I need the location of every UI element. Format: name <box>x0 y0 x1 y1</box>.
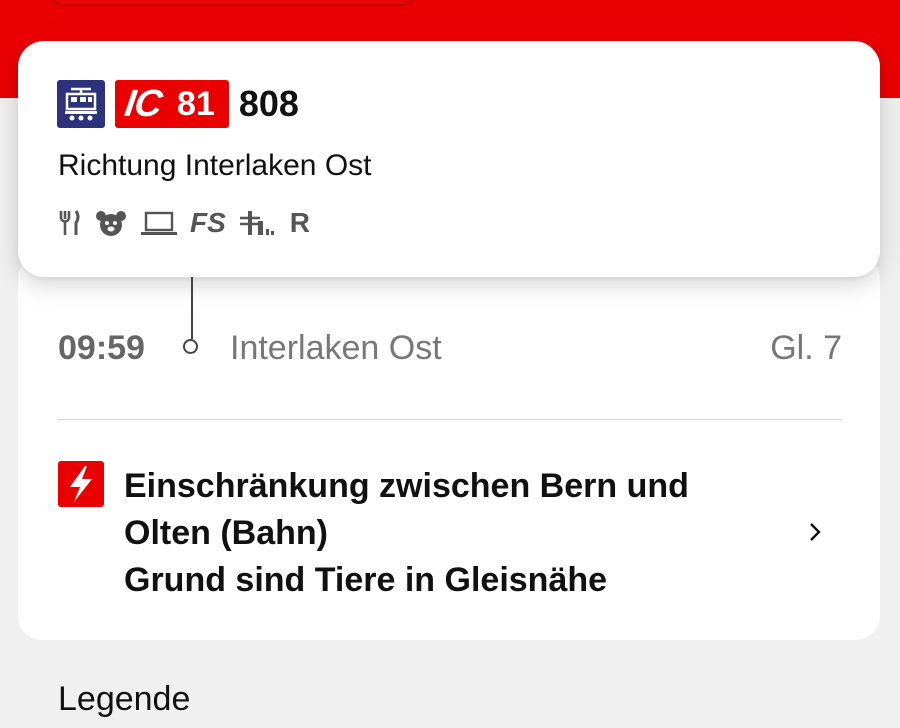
business-zone-icon <box>141 211 177 235</box>
family-zone-icon <box>96 211 126 236</box>
train-icon <box>57 80 105 128</box>
amenity-fs: FS <box>190 207 226 238</box>
train-info-card: IC 81 808 Richtung Interlaken Ost FS R <box>18 41 880 277</box>
divider <box>58 419 842 420</box>
disruption-icon <box>58 461 104 507</box>
stop-name: Interlaken Ost <box>230 329 442 367</box>
legend-heading: Legende <box>58 680 191 718</box>
train-number: 808 <box>238 83 299 124</box>
stop-platform: Gl. 7 <box>770 329 842 367</box>
amenities-row: FS R <box>58 206 310 240</box>
line-badge: IC 81 <box>115 80 229 128</box>
train-identity-row: IC 81 808 <box>57 79 299 129</box>
line-number: 81 <box>177 84 215 123</box>
train-direction: Richtung Interlaken Ost <box>58 149 372 182</box>
notice-line-2: Olten (Bahn) <box>124 514 328 552</box>
chevron-right-icon[interactable] <box>804 518 826 546</box>
notice-line-3: Grund sind Tiere in Gleisnähe <box>124 561 608 599</box>
amenity-r: R <box>289 207 311 238</box>
restaurant-icon <box>59 210 80 235</box>
stop-time: 09:59 <box>58 329 145 367</box>
route-line <box>191 277 193 339</box>
train-category: IC <box>122 82 165 125</box>
disruption-notice[interactable]: Einschränkung zwischen Bern und Olten (B… <box>124 463 804 604</box>
header-control[interactable] <box>46 0 418 6</box>
stop-marker <box>183 339 198 354</box>
notice-line-1: Einschränkung zwischen Bern und <box>124 467 689 505</box>
low-floor-access-icon <box>239 211 274 235</box>
